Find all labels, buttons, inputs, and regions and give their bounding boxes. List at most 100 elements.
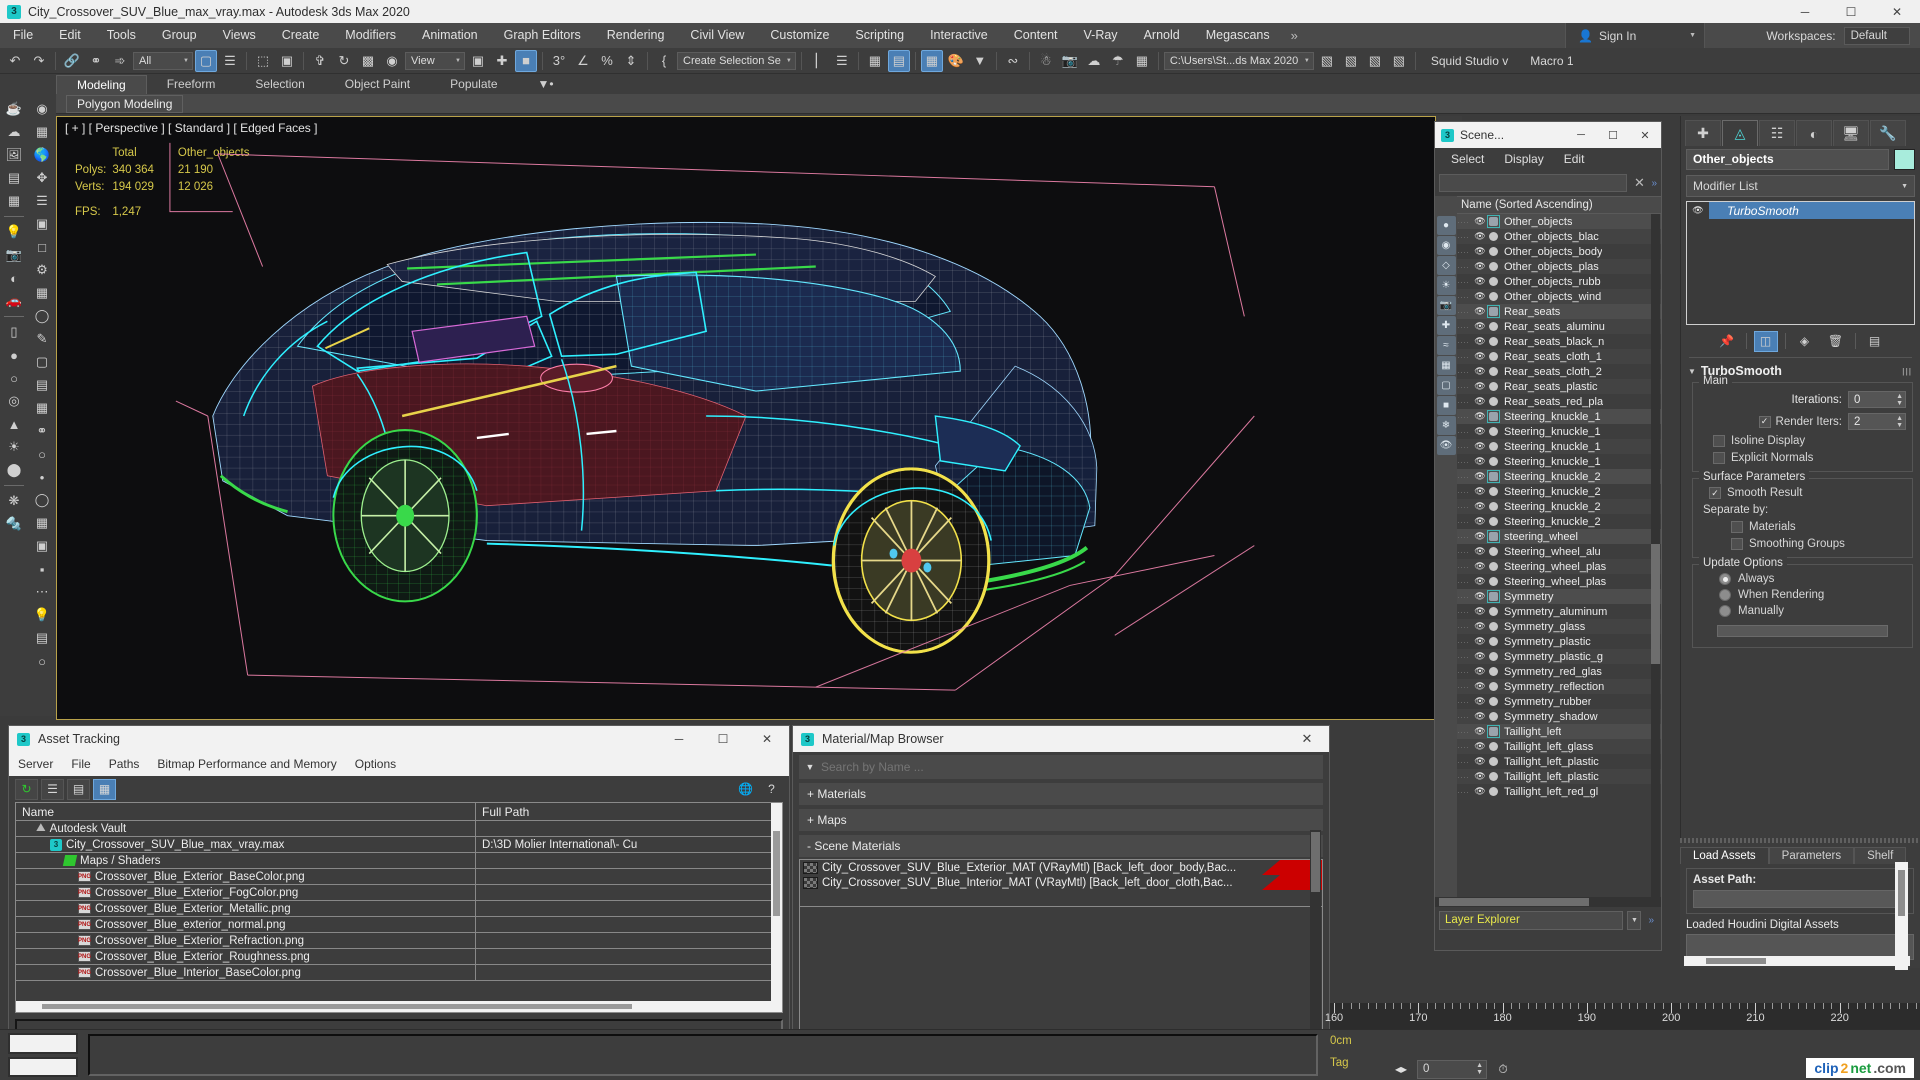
modifier-stack[interactable]: 👁 TurboSmooth: [1686, 201, 1915, 325]
object-name[interactable]: Symmetry_plastic: [1500, 636, 1591, 648]
object-type-icon[interactable]: [1487, 367, 1500, 376]
at-menu-file[interactable]: File: [62, 757, 99, 771]
object-type-icon[interactable]: [1487, 607, 1500, 616]
layer-manager-icon[interactable]: ▤: [887, 49, 910, 72]
scene-explorer-row[interactable]: ···· 👁 Steering_wheel_alu: [1457, 544, 1661, 559]
named-selection-set-select[interactable]: Create Selection Se: [677, 51, 796, 70]
visibility-eye-icon[interactable]: 👁: [1473, 696, 1487, 707]
object-type-icon[interactable]: [1487, 247, 1500, 256]
visibility-eye-icon[interactable]: 👁: [1473, 786, 1487, 797]
scene-explorer-row[interactable]: ···· 👁 Steering_wheel_plas: [1457, 559, 1661, 574]
scene-explorer-column-header[interactable]: Name (Sorted Ascending): [1435, 196, 1661, 214]
select-and-scale-icon[interactable]: ▩: [357, 50, 379, 72]
gutter-frozen-icon[interactable]: ❄: [1436, 416, 1456, 435]
visibility-eye-icon[interactable]: 👁: [1473, 291, 1487, 302]
named-selection-sets-icon[interactable]: ⇕: [620, 50, 642, 72]
object-name[interactable]: Other_objects_rubb: [1500, 276, 1601, 288]
object-type-icon[interactable]: [1487, 487, 1500, 496]
asset-path-cell[interactable]: [476, 821, 782, 836]
gutter-bones-icon[interactable]: ■: [1436, 396, 1456, 415]
grid-icon[interactable]: ▦: [30, 397, 54, 419]
shading-sphere-icon[interactable]: ◐: [2, 267, 26, 289]
key-step-icon[interactable]: ◂▸: [1390, 1058, 1412, 1080]
visibility-eye-icon[interactable]: 👁: [1473, 216, 1487, 227]
houdini-hscrollbar[interactable]: [1684, 956, 1910, 966]
visibility-eye-icon[interactable]: 👁: [1473, 771, 1487, 782]
ribbon-options-icon[interactable]: ▼•: [518, 75, 574, 94]
scene-explorer-row[interactable]: ···· 👁 Symmetry_aluminum: [1457, 604, 1661, 619]
object-type-icon[interactable]: [1487, 697, 1500, 706]
menu-create[interactable]: Create: [269, 23, 333, 48]
houdini-vscrollbar[interactable]: [1895, 862, 1908, 970]
object-name[interactable]: Rear_seats_black_n: [1500, 336, 1604, 348]
circle-icon[interactable]: ◯: [30, 489, 54, 511]
modifier-list-select[interactable]: Modifier List: [1686, 175, 1915, 197]
asset-path-cell[interactable]: [476, 949, 782, 964]
scene-explorer-row[interactable]: ···· 👁 Rear_seats: [1457, 304, 1661, 319]
scene-explorer-row[interactable]: ···· 👁 Taillight_left_plastic: [1457, 754, 1661, 769]
asset-name-cell[interactable]: PNG Crossover_Blue_Exterior_Metallic.png: [16, 901, 476, 916]
smooth-result-checkbox[interactable]: ✓: [1709, 487, 1721, 499]
pin-stack-icon[interactable]: 📌: [1715, 331, 1739, 352]
scene-converter-icon[interactable]: ▧: [1340, 50, 1362, 72]
ribbon-subtab-polygon-modeling[interactable]: Polygon Modeling: [66, 94, 184, 113]
asset-path-cell[interactable]: [476, 965, 782, 980]
scene-explorer-row[interactable]: ···· 👁 Taillight_left_glass: [1457, 739, 1661, 754]
ribbon-tab-object-paint[interactable]: Object Paint: [325, 75, 430, 94]
scene-explorer-hthumb[interactable]: [1439, 898, 1589, 906]
asset-name-cell[interactable]: PNG Crossover_Blue_Exterior_FogColor.png: [16, 885, 476, 900]
select-and-link-icon[interactable]: 🔗: [61, 50, 83, 72]
scene-explorer-row[interactable]: ···· 👁 Taillight_left_plastic: [1457, 769, 1661, 784]
material-browser-vthumb[interactable]: [1311, 832, 1320, 892]
sphere-icon[interactable]: ○: [2, 367, 26, 389]
maxsc ript-listener-mini-1[interactable]: [8, 1033, 78, 1054]
visibility-eye-icon[interactable]: 👁: [1473, 576, 1487, 587]
object-type-icon[interactable]: [1487, 652, 1500, 661]
select-by-name-icon[interactable]: ☰: [219, 50, 241, 72]
object-name[interactable]: Taillight_left: [1500, 726, 1561, 738]
scene-explorer-close[interactable]: ✕: [1629, 122, 1661, 148]
object-color-swatch[interactable]: [1894, 148, 1915, 170]
scene-explorer-object-list[interactable]: ···· 👁 Other_objects ···· 👁 Other_objects_bla…: [1457, 214, 1661, 897]
layer-explorer-chevron-down-icon[interactable]: ▼: [1627, 910, 1642, 930]
material-map-browser-window[interactable]: 3 Material/Map Browser ✕ ▼ + Materials +…: [792, 725, 1330, 1080]
object-type-icon[interactable]: [1487, 457, 1500, 466]
window-crossing-icon[interactable]: ▣: [276, 50, 298, 72]
toy-icon[interactable]: 🚗: [2, 290, 26, 312]
tab-load-assets[interactable]: Load Assets: [1680, 847, 1769, 864]
scene-explorer-maximize[interactable]: ☐: [1597, 122, 1629, 148]
menu-interactive[interactable]: Interactive: [917, 23, 1001, 48]
iterations-spinner[interactable]: 0 ▲ ▼: [1848, 391, 1906, 408]
object-name[interactable]: Rear_seats_aluminu: [1500, 321, 1605, 333]
visibility-eye-icon[interactable]: 👁: [1473, 411, 1487, 422]
minimize-button[interactable]: ─: [1782, 0, 1828, 23]
visibility-eye-icon[interactable]: 👁: [1473, 666, 1487, 677]
at-menu-bitmap[interactable]: Bitmap Performance and Memory: [148, 757, 345, 771]
scene-explorer-row[interactable]: ···· 👁 Rear_seats_aluminu: [1457, 319, 1661, 334]
object-name[interactable]: Other_objects_plas: [1500, 261, 1599, 273]
menu-group[interactable]: Group: [149, 23, 210, 48]
menu-tools[interactable]: Tools: [94, 23, 149, 48]
visibility-eye-icon[interactable]: 👁: [1473, 321, 1487, 332]
object-type-icon[interactable]: [1487, 442, 1500, 451]
scene-materials-list[interactable]: City_Crossover_SUV_Blue_Exterior_MAT (VR…: [799, 859, 1323, 907]
dome-icon[interactable]: ●: [2, 344, 26, 366]
spinner-arrows-icon[interactable]: ▲ ▼: [1896, 393, 1903, 407]
asset-path-cell[interactable]: [476, 885, 782, 900]
edit-named-selection-icon[interactable]: %: [596, 50, 618, 72]
gutter-all-icon[interactable]: ●: [1436, 216, 1456, 235]
visibility-eye-icon[interactable]: 👁: [1473, 621, 1487, 632]
sun-icon[interactable]: ☀: [2, 436, 26, 458]
visibility-eye-icon[interactable]: 👁: [1473, 636, 1487, 647]
render-table-icon[interactable]: ▦: [2, 190, 26, 212]
asset-path-cell[interactable]: [476, 933, 782, 948]
visibility-eye-icon[interactable]: 👁: [1473, 486, 1487, 497]
scene-explorer-row[interactable]: ···· 👁 Steering_knuckle_1: [1457, 424, 1661, 439]
table-row[interactable]: PNG Crossover_Blue_Exterior_Refraction.pn…: [16, 933, 782, 949]
particles-icon[interactable]: ❋: [2, 490, 26, 512]
object-name[interactable]: steering_wheel: [1500, 531, 1578, 543]
scene-explorer-vthumb[interactable]: [1651, 544, 1660, 664]
visibility-eye-icon[interactable]: 👁: [1473, 546, 1487, 557]
object-type-icon[interactable]: [1487, 622, 1500, 631]
menu-edit[interactable]: Edit: [46, 23, 94, 48]
